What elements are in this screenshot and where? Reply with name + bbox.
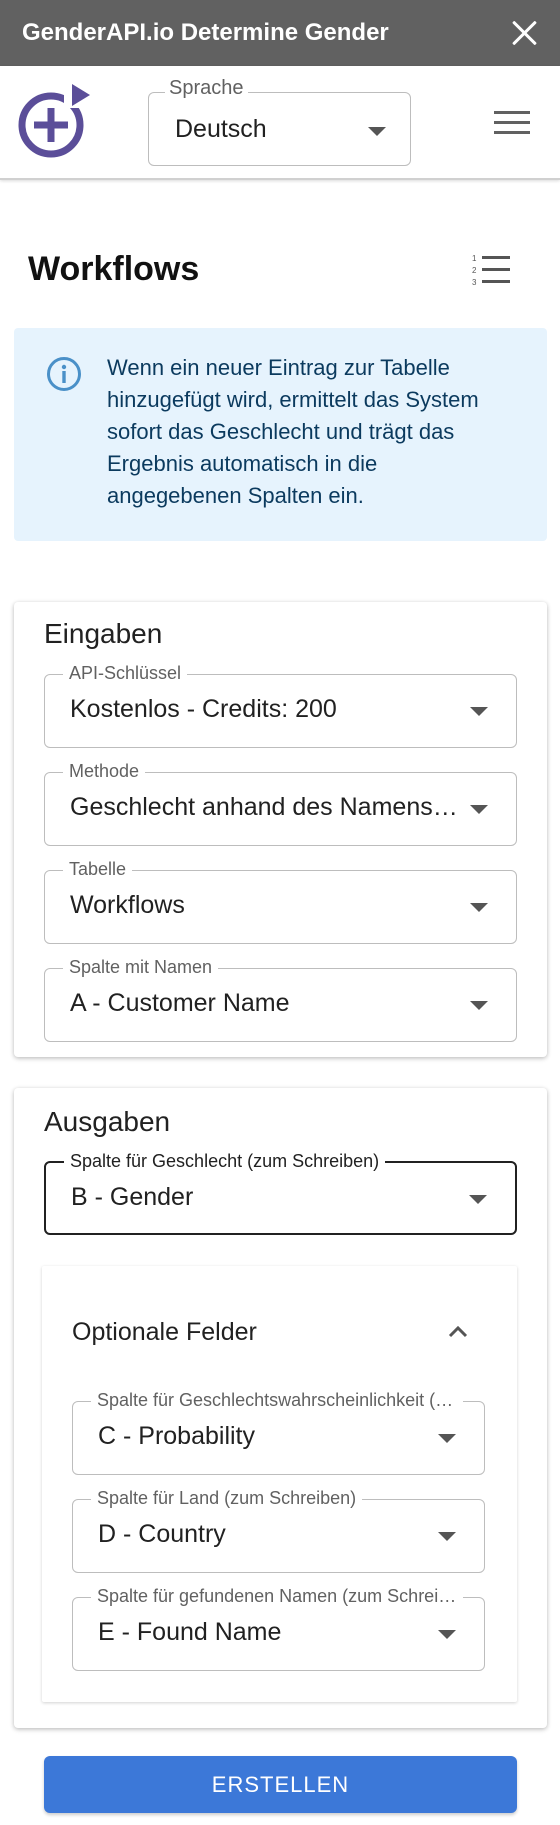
found-name-column-value: E - Found Name <box>98 1618 282 1646</box>
language-select[interactable]: Sprache Deutsch <box>148 77 411 166</box>
method-value: Geschlecht anhand des Namens bestimmen <box>70 793 460 821</box>
found-name-column-select[interactable]: Spalte für gefundenen Namen (zum Schreib… <box>72 1586 485 1671</box>
inputs-card: Eingaben API-Schlüssel Kostenlos - Credi… <box>14 602 547 1057</box>
found-name-column-label: Spalte für gefundenen Namen (zum Schreib… <box>91 1586 463 1607</box>
chevron-up-icon[interactable] <box>448 1322 468 1342</box>
inputs-heading: Eingaben <box>44 618 163 649</box>
api-key-label: API-Schlüssel <box>63 663 188 684</box>
country-column-select[interactable]: Spalte für Land (zum Schreiben) D - Coun… <box>72 1488 485 1573</box>
dropdown-arrow-icon <box>470 903 488 912</box>
table-select[interactable]: Tabelle Workflows <box>44 859 517 944</box>
close-icon[interactable] <box>510 19 538 47</box>
dropdown-arrow-icon <box>438 1630 456 1639</box>
country-column-value: D - Country <box>98 1520 226 1548</box>
language-label: Sprache <box>165 77 248 100</box>
table-value: Workflows <box>70 891 185 919</box>
svg-text:2: 2 <box>472 266 477 275</box>
probability-column-label: Spalte für Geschlechtswahrscheinlichkeit… <box>91 1390 463 1411</box>
dropdown-arrow-icon <box>438 1532 456 1541</box>
optional-fields-title: Optionale Felder <box>72 1318 257 1346</box>
probability-column-value: C - Probability <box>98 1422 255 1450</box>
country-column-label: Spalte für Land (zum Schreiben) <box>91 1488 363 1509</box>
title-bar: GenderAPI.io Determine Gender <box>0 0 560 66</box>
gender-column-value: B - Gender <box>71 1183 194 1211</box>
name-column-label: Spalte mit Namen <box>63 957 219 978</box>
info-alert: Wenn ein neuer Eintrag zur Tabelle hinzu… <box>14 328 547 541</box>
info-icon <box>47 357 81 391</box>
info-text: Wenn ein neuer Eintrag zur Tabelle hinzu… <box>107 355 479 508</box>
dropdown-arrow-icon <box>470 805 488 814</box>
page-title: Workflows <box>28 250 200 288</box>
gender-column-label: Spalte für Geschlecht (zum Schreiben) <box>64 1151 386 1172</box>
table-label: Tabelle <box>63 859 133 880</box>
api-key-value: Kostenlos - Credits: 200 <box>70 695 337 723</box>
app-header: Sprache Deutsch <box>0 66 560 180</box>
gender-column-select[interactable]: Spalte für Geschlecht (zum Schreiben) B … <box>44 1151 517 1235</box>
language-value: Deutsch <box>175 115 267 143</box>
dropdown-arrow-icon <box>470 1001 488 1010</box>
api-key-select[interactable]: API-Schlüssel Kostenlos - Credits: 200 <box>44 663 517 748</box>
optional-fields-panel: Optionale Felder Spalte für Geschlechtsw… <box>42 1266 517 1702</box>
name-column-value: A - Customer Name <box>70 989 290 1017</box>
outputs-heading: Ausgaben <box>44 1106 171 1137</box>
dropdown-arrow-icon <box>438 1434 456 1443</box>
method-select[interactable]: Methode Geschlecht anhand des Namens bes… <box>44 761 517 846</box>
menu-icon[interactable] <box>494 111 530 135</box>
svg-text:3: 3 <box>472 278 477 286</box>
dropdown-arrow-icon <box>470 707 488 716</box>
dropdown-arrow-icon <box>469 1195 487 1204</box>
outputs-card: Ausgaben Spalte für Geschlecht (zum Schr… <box>14 1088 547 1728</box>
probability-column-select[interactable]: Spalte für Geschlechtswahrscheinlichkeit… <box>72 1390 485 1475</box>
numbered-list-icon[interactable]: 1 2 3 <box>472 254 512 286</box>
dropdown-arrow-icon <box>368 127 386 136</box>
name-column-select[interactable]: Spalte mit Namen A - Customer Name <box>44 957 517 1042</box>
window-title: GenderAPI.io Determine Gender <box>22 19 389 46</box>
create-button[interactable]: ERSTELLEN <box>44 1756 517 1813</box>
svg-text:1: 1 <box>472 254 477 263</box>
method-label: Methode <box>63 761 146 782</box>
genderapi-logo-icon <box>18 84 90 158</box>
